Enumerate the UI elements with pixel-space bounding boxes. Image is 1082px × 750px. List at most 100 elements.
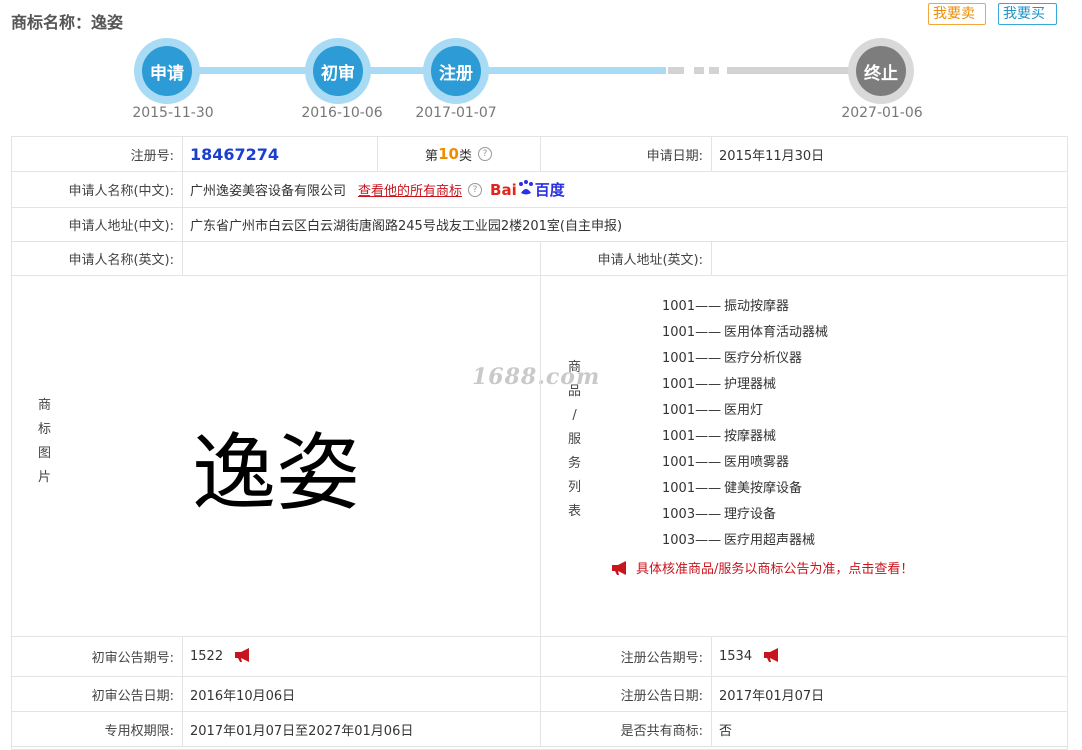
timeline-step-label: 注册 [431,46,481,96]
goods-label-char: 品 [568,384,582,399]
goods-label-char: 商 [568,360,582,375]
timeline-step-apply: 申请 [134,38,200,104]
exclusive-period-label: 专用权期限: [104,723,174,739]
goods-code: 1001—— [662,455,722,470]
timeline-step-label: 申请 [142,46,192,96]
trademark-info-table: 注册号: 18467274 第 10 类 ? 申请日期: 2015年11月30日… [11,136,1068,750]
table-row: 商 标 图 片 逸姿 1688.com 商 品 / 服 务 列 表 1001——… [12,276,1067,637]
address-en-value [711,242,1067,275]
baidu-logo-text: Bai [490,181,517,199]
goods-code: 1001—— [662,429,722,444]
list-item: 1001—— 护理器械 [662,372,828,398]
prelim-no-value: 1522 [190,649,224,664]
list-item: 1001—— 按摩器械 [662,424,828,450]
page-title: 商标名称：逸姿 [11,13,124,32]
table-row: 申请人地址(中文): 广东省广州市白云区白云湖街唐阁路245号战友工业园2楼20… [12,208,1067,242]
exclusive-period-value: 2017年01月07日至2027年01月06日 [190,723,414,739]
goods-code: 1001—— [662,377,722,392]
timeline-dash [709,67,719,74]
list-item: 1003—— 医疗用超声器械 [662,528,828,554]
goods-name: 医用灯 [724,403,764,418]
goods-name: 健美按摩设备 [724,481,803,496]
reg-pub-date-label: 注册公告日期: [620,688,703,704]
timeline-track-done [168,67,666,74]
list-item: 1003—— 理疗设备 [662,502,828,528]
megaphone-icon [612,560,626,575]
goods-notice-text: 具体核准商品/服务以商标公告为准，点击查看！ [636,562,914,577]
list-item: 1001—— 医用体育活动器械 [662,320,828,346]
address-cn-label: 申请人地址(中文): [68,219,174,234]
shared-mark-value: 否 [719,723,733,739]
timeline-step-register: 注册 [423,38,489,104]
baidu-search-link[interactable]: Bai 百度 [490,179,565,200]
goods-name: 按摩器械 [724,429,777,444]
goods-list: 1001—— 振动按摩器 1001—— 医用体育活动器械 1001—— 医疗分析仪器 … [662,294,828,554]
trademark-image: 逸姿 [192,424,361,522]
image-label-char: 标 [38,422,52,437]
applicant-en-value [182,242,540,275]
timeline-step-end: 终止 [848,38,914,104]
shared-mark-label: 是否共有商标: [620,723,703,739]
class-prefix: 第 [425,148,439,164]
timeline-dash [668,67,684,74]
goods-code: 1003—— [662,507,722,522]
list-item: 1001—— 医疗分析仪器 [662,346,828,372]
image-label-char: 片 [38,470,52,485]
image-label-char: 图 [38,446,52,461]
class-number: 10 [438,145,459,163]
table-row: 专用权期限: 2017年01月07日至2027年01月06日 是否共有商标: 否 [12,712,1067,747]
class-suffix: 类 [458,148,472,164]
goods-name: 护理器械 [724,377,777,392]
goods-code: 1001—— [662,481,722,496]
goods-name: 医用体育活动器械 [724,325,829,340]
timeline-step-label: 终止 [856,46,906,96]
apply-date-value: 2015年11月30日 [719,148,825,164]
goods-label-char: 表 [568,504,582,519]
timeline-step-date: 2017-01-07 [415,105,497,121]
applicant-en-label: 申请人名称(英文): [68,253,174,268]
goods-notice-link[interactable]: 具体核准商品/服务以商标公告为准，点击查看！ [610,558,913,577]
prelim-date-label: 初审公告日期: [91,688,174,704]
apply-date-label: 申请日期: [646,148,703,164]
goods-code: 1001—— [662,299,722,314]
address-cn-value: 广东省广州市白云区白云湖街唐阁路245号战友工业园2楼201室(自主申报) [190,219,623,234]
reg-pub-no-label: 注册公告期号: [620,651,703,666]
sell-button[interactable]: 我要卖 [928,3,986,25]
applicant-cn-label: 申请人名称(中文): [68,184,174,199]
list-item: 1001—— 医用喷雾器 [662,450,828,476]
prelim-date-value: 2016年10月06日 [190,688,296,704]
reg-no-label: 注册号: [130,148,174,164]
goods-name: 理疗设备 [724,507,777,522]
help-icon[interactable]: ? [477,147,492,161]
timeline-dash [694,67,704,74]
view-all-trademarks-link[interactable]: 查看他的所有商标 [358,180,462,199]
goods-name: 医疗分析仪器 [724,351,803,366]
list-item: 1001—— 振动按摩器 [662,294,828,320]
baidu-logo-text: 百度 [534,181,565,199]
help-icon[interactable]: ? [468,182,483,197]
image-label: 商 标 图 片 [38,394,51,490]
goods-label-char: / [572,408,577,423]
table-row: 初审公告日期: 2016年10月06日 注册公告日期: 2017年01月07日 [12,677,1067,712]
reg-pub-date-value: 2017年01月07日 [719,688,825,704]
megaphone-icon[interactable] [233,647,255,667]
megaphone-icon[interactable] [762,647,784,667]
list-item: 1001—— 医用灯 [662,398,828,424]
goods-label-char: 务 [568,456,582,471]
reg-pub-no-value: 1534 [719,649,753,664]
timeline-step-prelim: 初审 [305,38,371,104]
goods-label: 商 品 / 服 务 列 表 [568,356,581,524]
timeline-step-date: 2016-10-06 [301,105,383,121]
buy-button[interactable]: 我要买 [998,3,1057,25]
table-row: 注册号: 18467274 第 10 类 ? 申请日期: 2015年11月30日 [12,137,1067,172]
goods-name: 医疗用超声器械 [724,533,816,548]
prelim-no-label: 初审公告期号: [91,651,174,666]
table-row: 初审公告期号: 1522 注册公告期号: 1534 [12,637,1067,677]
baidu-paw-icon [518,180,533,195]
goods-label-char: 列 [568,480,582,495]
goods-label-char: 服 [568,432,582,447]
goods-code: 1001—— [662,351,722,366]
applicant-cn-value: 广州逸姿美容设备有限公司 [190,184,347,199]
goods-name: 医用喷雾器 [724,455,790,470]
timeline-step-date: 2027-01-06 [841,105,923,121]
